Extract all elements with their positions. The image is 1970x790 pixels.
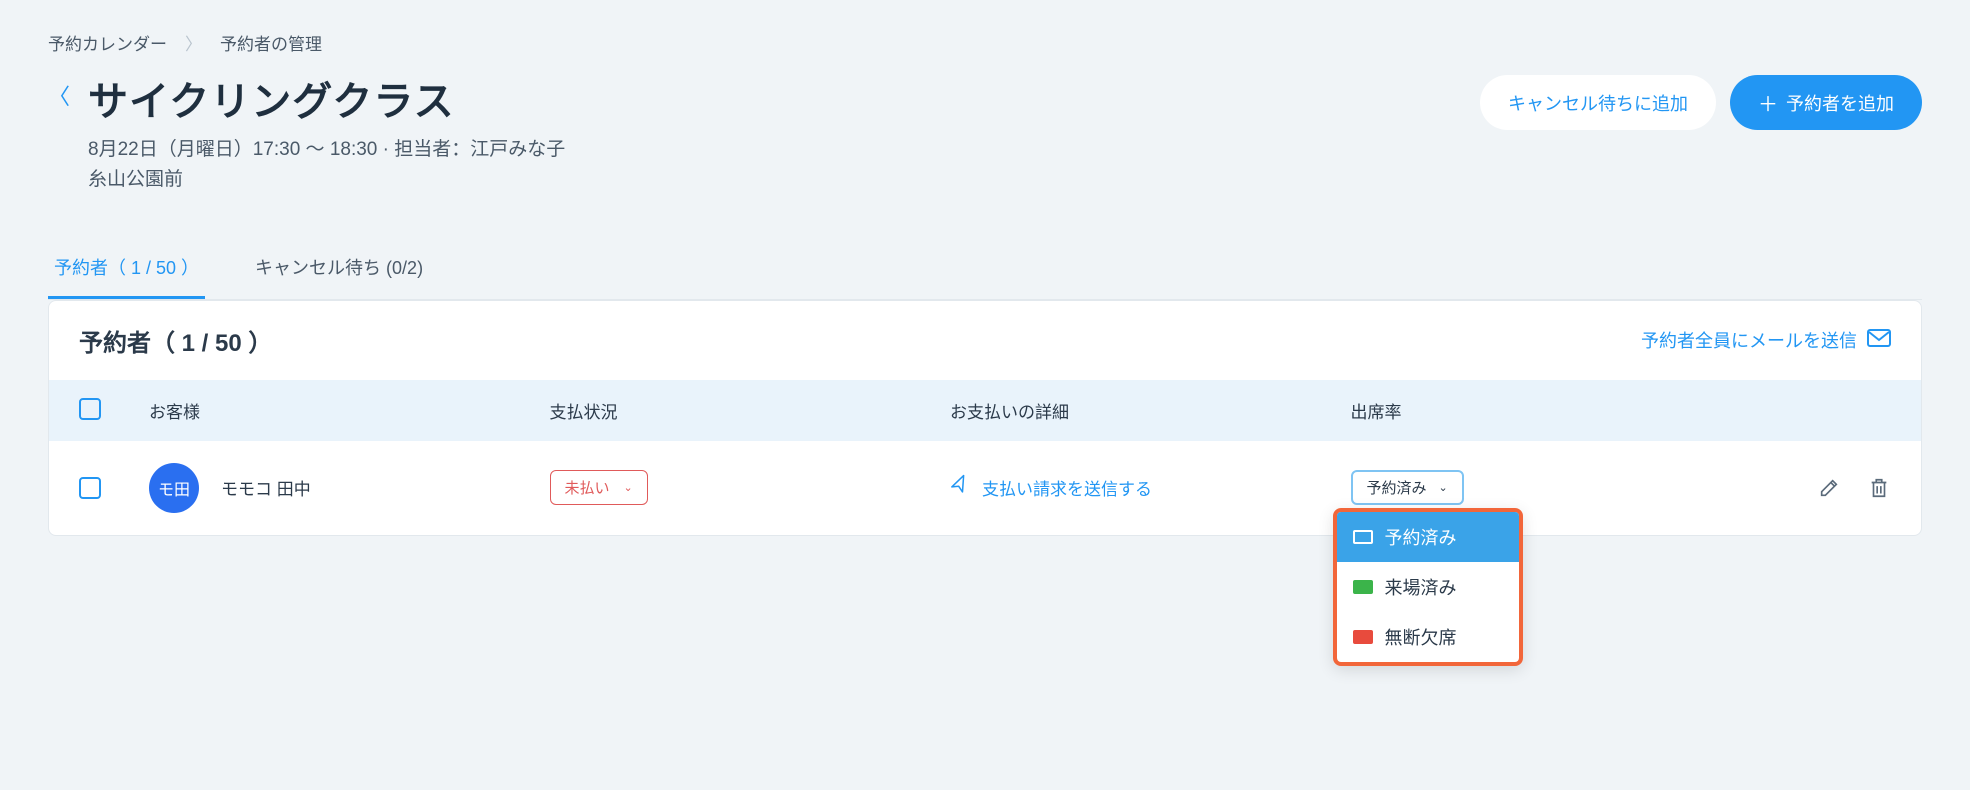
row-checkbox[interactable] (79, 477, 101, 499)
attendees-card: 予約者（ 1 / 50 ） 予約者全員にメールを送信 お客様 支払状況 お支払い… (48, 300, 1922, 536)
table-row: モ田 モモコ 田中 未払い ⌄ 支払い請求を送信する 予約済み ⌄ (49, 441, 1921, 535)
col-customer: お客様 (149, 398, 550, 423)
page-title: サイクリングクラス (88, 69, 1462, 127)
tab-waitlist[interactable]: キャンセル待ち (0/2) (249, 240, 429, 299)
tabs: 予約者（ 1 / 50 ） キャンセル待ち (0/2) (48, 240, 1922, 300)
menu-item-noshow[interactable]: 無断欠席 (1337, 612, 1519, 662)
menu-item-attended[interactable]: 来場済み (1337, 562, 1519, 612)
back-button[interactable]: 〈 (48, 79, 70, 111)
select-all-checkbox[interactable] (79, 398, 101, 420)
breadcrumb-manage[interactable]: 予約者の管理 (220, 30, 322, 55)
table-header: お客様 支払状況 お支払いの詳細 出席率 (49, 380, 1921, 441)
swatch-icon (1353, 630, 1373, 644)
edit-button[interactable] (1817, 476, 1841, 500)
email-all-link[interactable]: 予約者全員にメールを送信 (1641, 327, 1891, 353)
payment-status-dropdown[interactable]: 未払い ⌄ (550, 470, 648, 505)
card-title: 予約者（ 1 / 50 ） (79, 323, 272, 358)
plus-icon: ＋ (1758, 88, 1778, 117)
breadcrumb: 予約カレンダー 〉 予約者の管理 (48, 30, 1922, 55)
chevron-right-icon: 〉 (185, 30, 202, 55)
swatch-icon (1353, 530, 1373, 544)
col-payment-detail: お支払いの詳細 (950, 398, 1351, 423)
attendance-dropdown[interactable]: 予約済み ⌄ (1351, 470, 1464, 505)
add-waitlist-button[interactable]: キャンセル待ちに追加 (1480, 75, 1716, 130)
chevron-down-icon: ⌄ (1439, 481, 1448, 494)
customer-name: モモコ 田中 (221, 475, 311, 500)
menu-item-reserved[interactable]: 予約済み (1337, 512, 1519, 562)
add-attendee-button[interactable]: ＋ 予約者を追加 (1730, 75, 1922, 130)
col-payment-status: 支払状況 (550, 398, 951, 423)
delete-button[interactable] (1867, 476, 1891, 500)
tab-attendees[interactable]: 予約者（ 1 / 50 ） (48, 240, 205, 299)
session-datetime: 8月22日（月曜日）17:30 〜 18:30 · 担当者：江戸みな子 (88, 135, 1462, 165)
send-payment-request-link[interactable]: 支払い請求を送信する (950, 475, 1351, 500)
session-location: 糸山公園前 (88, 165, 1462, 195)
chevron-down-icon: ⌄ (624, 481, 633, 494)
breadcrumb-calendar[interactable]: 予約カレンダー (48, 30, 167, 55)
avatar[interactable]: モ田 (149, 463, 199, 513)
paper-plane-icon (946, 473, 973, 503)
col-attendance: 出席率 (1351, 398, 1752, 423)
attendance-menu: 予約済み 来場済み 無断欠席 (1333, 508, 1523, 666)
swatch-icon (1353, 580, 1373, 594)
mail-icon (1867, 329, 1891, 352)
